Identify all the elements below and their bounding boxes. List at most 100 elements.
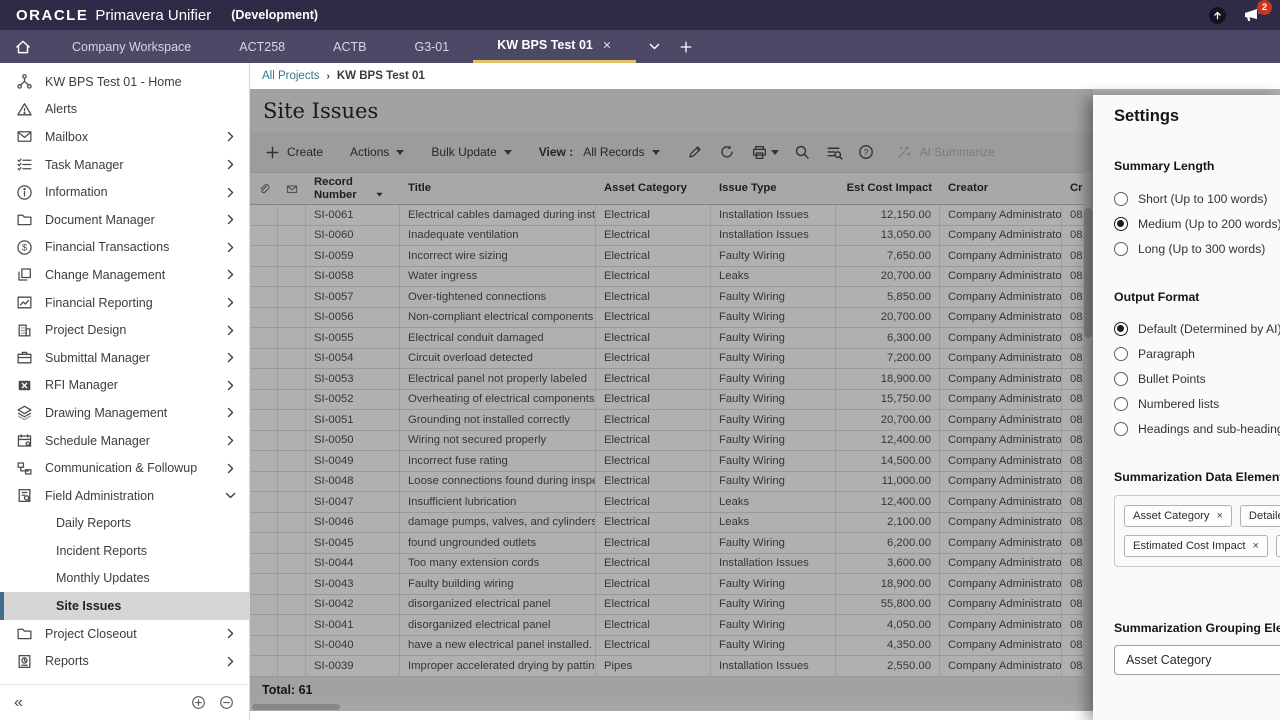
tab-act258[interactable]: ACT258 <box>215 30 309 63</box>
environment-label: (Development) <box>231 8 318 22</box>
grouping-element-select[interactable]: Asset Category <box>1114 645 1280 675</box>
summary-length-option-long-up-to-300-words[interactable]: Long (Up to 300 words) <box>1114 236 1280 261</box>
sidebar-item-task-manager[interactable]: Task Manager <box>0 151 249 179</box>
sidebar: KW BPS Test 01 - HomeAlertsMailboxTask M… <box>0 63 250 720</box>
zoom-in-icon[interactable] <box>191 695 206 710</box>
tab-g3-01[interactable]: G3-01 <box>390 30 473 63</box>
breadcrumb: All Projects › KW BPS Test 01 <box>250 63 1280 89</box>
sidebar-item-communication-followup[interactable]: Communication & Followup <box>0 454 249 482</box>
breadcrumb-all-projects-link[interactable]: All Projects <box>262 70 320 82</box>
add-tab-button[interactable] <box>679 40 693 54</box>
chevron-right-icon[interactable] <box>224 462 237 475</box>
summary-length-label: Summary Length <box>1114 159 1280 173</box>
project-tab-bar: Company WorkspaceACT258ACTBG3-01KW BPS T… <box>0 30 1280 63</box>
sidebar-item-financial-reporting[interactable]: Financial Reporting <box>0 289 249 317</box>
sidebar-item-field-administration[interactable]: Field Administration <box>0 482 249 510</box>
chevron-right-icon[interactable] <box>224 379 237 392</box>
breadcrumb-chevron-icon: › <box>327 71 330 82</box>
chevron-down-icon[interactable] <box>224 489 237 502</box>
scroll-top-icon[interactable] <box>1209 7 1226 24</box>
alert-icon <box>16 101 33 118</box>
chevron-right-icon[interactable] <box>224 241 237 254</box>
chevron-right-icon[interactable] <box>224 268 237 281</box>
chip-detailed-desc[interactable]: Detailed Desc <box>1240 505 1280 527</box>
chip-asset-category[interactable]: Asset Category× <box>1124 505 1232 527</box>
sidebar-footer: « <box>0 684 248 720</box>
radio-selected-icon[interactable] <box>1114 322 1128 336</box>
chevron-right-icon[interactable] <box>224 351 237 364</box>
remove-chip-icon[interactable]: × <box>1216 510 1222 522</box>
sidebar-item-monthly-updates[interactable]: Monthly Updates <box>0 565 249 593</box>
sidebar-item-daily-reports[interactable]: Daily Reports <box>0 510 249 538</box>
sidebar-item-information[interactable]: Information <box>0 178 249 206</box>
sidebar-item-site-issues[interactable]: Site Issues <box>0 592 249 620</box>
sidebar-item-drawing-management[interactable]: Drawing Management <box>0 399 249 427</box>
mail-icon <box>16 128 33 145</box>
chevron-right-icon[interactable] <box>224 186 237 199</box>
tab-actb[interactable]: ACTB <box>309 30 390 63</box>
chip-status[interactable]: Status <box>1276 535 1280 557</box>
chevron-right-icon[interactable] <box>224 627 237 640</box>
chevron-right-icon[interactable] <box>224 296 237 309</box>
sidebar-item-incident-reports[interactable]: Incident Reports <box>0 537 249 565</box>
sidebar-item-kw-bps-test-01-home[interactable]: KW BPS Test 01 - Home <box>0 68 249 96</box>
radio-unselected-icon[interactable] <box>1114 422 1128 436</box>
data-elements-field[interactable]: Asset Category× Detailed Desc Estimated Co… <box>1114 495 1280 567</box>
chevron-right-icon[interactable] <box>224 158 237 171</box>
output-format-option-headings-and-sub-headings[interactable]: Headings and sub-headings <box>1114 416 1280 441</box>
rfi-icon <box>16 377 33 394</box>
sidebar-item-submittal-manager[interactable]: Submittal Manager <box>0 344 249 372</box>
home-tab[interactable] <box>0 30 48 63</box>
sidebar-item-reports[interactable]: Reports <box>0 647 249 675</box>
radio-unselected-icon[interactable] <box>1114 192 1128 206</box>
sidebar-item-project-closeout[interactable]: Project Closeout <box>0 620 249 648</box>
app-window: ORACLE Primavera Unifier (Development) 2… <box>0 0 1280 720</box>
building-icon <box>16 322 33 339</box>
folder-icon <box>16 211 33 228</box>
sidebar-item-schedule-manager[interactable]: Schedule Manager <box>0 427 249 455</box>
hierarchy-icon <box>16 73 33 90</box>
chevron-right-icon[interactable] <box>224 324 237 337</box>
tab-list-chevron-down-icon[interactable] <box>648 40 661 53</box>
output-format-option-bullet-points[interactable]: Bullet Points <box>1114 366 1280 391</box>
sidebar-item-document-manager[interactable]: Document Manager <box>0 206 249 234</box>
collapse-sidebar-icon[interactable]: « <box>14 694 23 712</box>
sidebar-item-alerts[interactable]: Alerts <box>0 96 249 124</box>
calendar-icon <box>16 432 33 449</box>
radio-unselected-icon[interactable] <box>1114 242 1128 256</box>
radio-unselected-icon[interactable] <box>1114 347 1128 361</box>
close-tab-icon[interactable] <box>602 40 612 50</box>
breadcrumb-current: KW BPS Test 01 <box>337 70 425 82</box>
output-format-option-paragraph[interactable]: Paragraph <box>1114 341 1280 366</box>
radio-unselected-icon[interactable] <box>1114 397 1128 411</box>
output-format-option-default-determined-by-ai[interactable]: Default (Determined by AI) <box>1114 316 1280 341</box>
sidebar-item-change-management[interactable]: Change Management <box>0 261 249 289</box>
chevron-right-icon[interactable] <box>224 130 237 143</box>
chevron-right-icon[interactable] <box>224 434 237 447</box>
tasks-icon <box>16 156 33 173</box>
tab-kw-bps-test-01[interactable]: KW BPS Test 01 <box>473 30 636 63</box>
announcements-icon[interactable]: 2 <box>1242 5 1264 25</box>
chevron-right-icon[interactable] <box>224 655 237 668</box>
sidebar-item-project-design[interactable]: Project Design <box>0 316 249 344</box>
announcements-badge: 2 <box>1257 0 1272 15</box>
sidebar-item-financial-transactions[interactable]: Financial Transactions <box>0 234 249 262</box>
sidebar-item-mailbox[interactable]: Mailbox <box>0 123 249 151</box>
output-format-option-numbered-lists[interactable]: Numbered lists <box>1114 391 1280 416</box>
layers-icon <box>16 266 33 283</box>
summary-length-option-short-up-to-100-words[interactable]: Short (Up to 100 words) <box>1114 186 1280 211</box>
summary-length-option-medium-up-to-200-words[interactable]: Medium (Up to 200 words) <box>1114 211 1280 236</box>
grouping-element-label: Summarization Grouping Element: <box>1114 621 1280 635</box>
tab-company-workspace[interactable]: Company Workspace <box>48 30 215 63</box>
radio-unselected-icon[interactable] <box>1114 372 1128 386</box>
remove-chip-icon[interactable]: × <box>1253 540 1259 552</box>
chevron-right-icon[interactable] <box>224 213 237 226</box>
chip-estimated-cost-impact[interactable]: Estimated Cost Impact× <box>1124 535 1268 557</box>
briefcase-icon <box>16 349 33 366</box>
zoom-out-icon[interactable] <box>219 695 234 710</box>
sidebar-item-rfi-manager[interactable]: RFI Manager <box>0 372 249 400</box>
radio-selected-icon[interactable] <box>1114 217 1128 231</box>
chevron-right-icon[interactable] <box>224 406 237 419</box>
drawing-icon <box>16 404 33 421</box>
settings-panel: Settings Summary Length Short (Up to 100… <box>1093 95 1280 720</box>
